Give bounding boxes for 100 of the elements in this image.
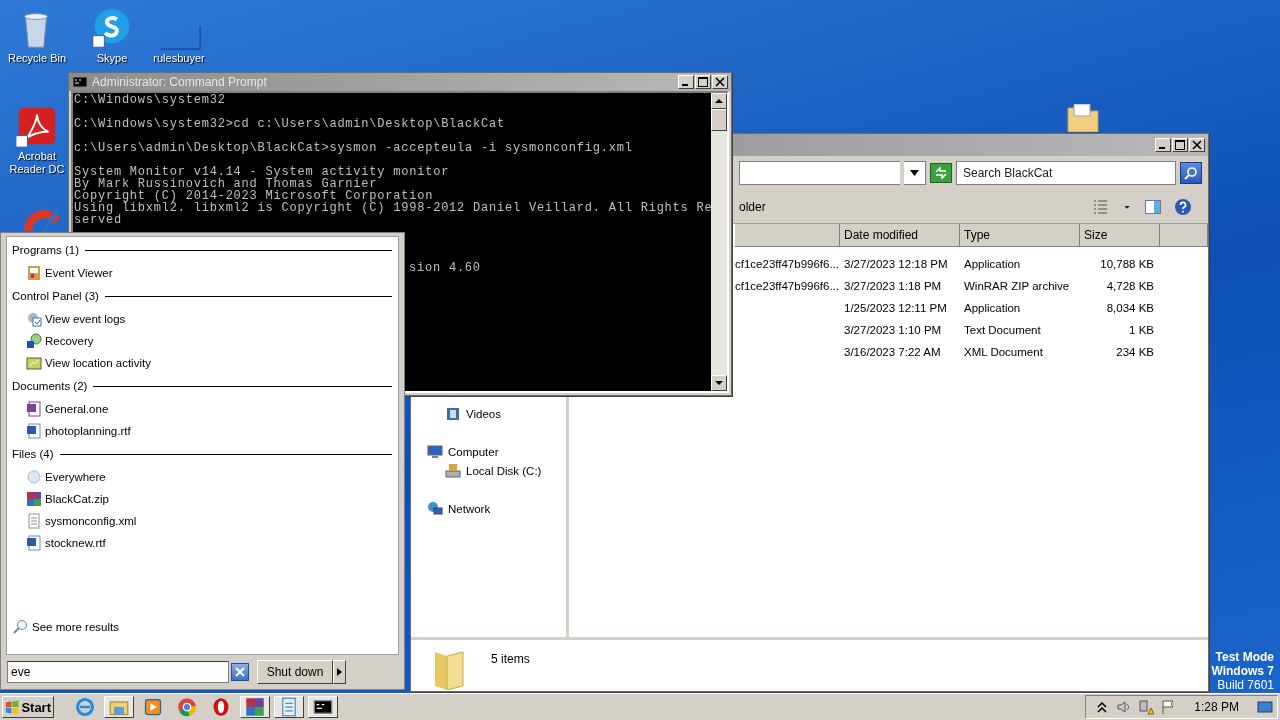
windows-logo-icon	[5, 698, 20, 716]
search-result[interactable]: photoplanning.rtf	[7, 420, 398, 442]
taskbar-button[interactable]	[274, 696, 304, 718]
play-icon	[143, 697, 163, 717]
minimize-icon	[1159, 147, 1165, 149]
search-icon	[13, 619, 29, 635]
nav-item[interactable]: Local Disk (C:)	[411, 461, 566, 480]
window-title: Administrator: Command Prompt	[92, 75, 268, 89]
column-header[interactable]: Date modified	[840, 224, 960, 247]
scroll-thumb[interactable]	[711, 109, 727, 131]
minimize-button[interactable]	[1155, 138, 1171, 152]
maximize-button[interactable]	[695, 75, 711, 89]
scroll-up-button[interactable]	[711, 93, 727, 109]
table-cell-text: 4,728 KB	[1105, 280, 1155, 292]
nav-item[interactable]: Network	[411, 499, 566, 518]
network-icon[interactable]	[1138, 699, 1155, 715]
browser-icon	[177, 697, 197, 717]
film-icon	[445, 405, 461, 422]
document-icon	[26, 423, 42, 439]
section-heading: Programs (1)	[12, 244, 80, 256]
search-result[interactable]: Event Viewer	[7, 262, 398, 284]
table-cell-text: 1/25/2023 12:11 PM	[843, 302, 948, 314]
clear-button[interactable]	[231, 663, 249, 681]
terminal-icon	[72, 74, 88, 90]
search-result[interactable]: sysmonconfig.xml	[7, 510, 398, 532]
minimize-icon	[682, 84, 688, 86]
start-button[interactable]: Start	[2, 696, 54, 718]
desktop-icon-label[interactable]: Skype	[96, 52, 128, 65]
browser-icon	[75, 697, 95, 717]
table-cell-text: Application	[963, 258, 1022, 270]
search-result[interactable]: Recovery	[7, 330, 398, 352]
os-notice-text: Windows 7	[1211, 664, 1274, 678]
search-field[interactable]: eve	[7, 661, 229, 683]
archive-icon	[26, 491, 42, 507]
down-arrow-icon	[715, 379, 723, 387]
section-heading: Documents (2)	[12, 380, 88, 392]
search-result[interactable]: View location activity	[7, 352, 398, 374]
file-name[interactable]: cf1ce23ff47b996f6...	[735, 258, 839, 270]
taskbar-button[interactable]	[308, 696, 338, 718]
book-icon	[26, 265, 42, 281]
computer-icon	[427, 443, 443, 460]
shut-down-options-button[interactable]	[333, 660, 346, 684]
table-cell-text: 234 KB	[1115, 346, 1155, 358]
section-heading: Files (4)	[12, 448, 54, 460]
search-result[interactable]: BlackCat.zip	[7, 488, 398, 510]
address-field[interactable]	[739, 161, 900, 185]
see-more-link[interactable]: See more results	[7, 616, 398, 638]
flag-icon[interactable]	[1160, 699, 1177, 715]
file-name[interactable]: cf1ce23ff47b996f6...	[735, 280, 839, 292]
table-cell-text: Application	[963, 302, 1022, 314]
refresh-icon	[934, 167, 948, 179]
desktop-icon-label[interactable]: rulesbuyer	[153, 52, 205, 65]
clock[interactable]: 1:28 PM	[1194, 700, 1239, 714]
table-cell-text: 3/27/2023 1:10 PM	[843, 324, 943, 336]
search-result[interactable]: Everywhere	[7, 466, 398, 488]
right-arrow-icon	[337, 668, 342, 676]
shut-down-button[interactable]: Shut down	[257, 660, 333, 684]
show-desktop-icon[interactable]	[1257, 699, 1273, 715]
scroll-down-button[interactable]	[711, 375, 727, 391]
section-heading: Control Panel (3)	[12, 290, 99, 302]
toolbar-label[interactable]: older	[739, 199, 1082, 214]
dropdown-button[interactable]	[904, 161, 926, 185]
search-result[interactable]: stocknew.rtf	[7, 532, 398, 554]
nav-item[interactable]: Computer	[411, 442, 566, 461]
taskbar-button[interactable]	[104, 696, 134, 718]
search-result[interactable]: View event logs	[7, 308, 398, 330]
chart-icon	[26, 355, 42, 371]
maximize-icon	[1175, 140, 1185, 150]
column-header[interactable]	[735, 224, 840, 247]
close-icon	[235, 667, 245, 677]
console-line: System Monitor v14.14 - System activity monitor	[74, 166, 450, 178]
terminal-icon	[313, 697, 333, 717]
refresh-button[interactable]	[930, 163, 952, 183]
minimize-button[interactable]	[678, 75, 694, 89]
desktop-icon-label[interactable]: Recycle Bin	[7, 52, 67, 65]
close-button[interactable]	[1189, 138, 1205, 152]
document-icon	[26, 535, 42, 551]
column-header[interactable]: Type	[960, 224, 1080, 247]
status-text: 5 items	[491, 652, 530, 666]
document-icon	[26, 513, 42, 529]
table-cell-text: 3/27/2023 1:18 PM	[843, 280, 943, 292]
search-icon	[1184, 166, 1198, 180]
desktop-icon-label[interactable]: Acrobat Reader DC	[4, 150, 70, 176]
console-line: C:\Windows\system32	[74, 94, 226, 106]
maximize-button[interactable]	[1172, 138, 1188, 152]
console-line: served	[74, 214, 122, 226]
document-icon	[26, 401, 42, 417]
folder-icon[interactable]	[1066, 104, 1100, 132]
taskbar-button[interactable]	[240, 696, 270, 718]
console-line: sion 4.60	[409, 262, 481, 274]
search-field[interactable]: Search BlackCat	[956, 161, 1176, 185]
column-header[interactable]: Size	[1080, 224, 1160, 247]
search-result[interactable]: General.one	[7, 398, 398, 420]
close-button[interactable]	[712, 75, 728, 89]
disk-icon	[445, 462, 461, 479]
network-icon	[427, 500, 443, 517]
nav-item[interactable]: Videos	[411, 404, 566, 423]
console-line: C:\Windows\system32>cd c:\Users\admin\Desktop\BlackCat	[74, 118, 505, 130]
console-line: c:\Users\admin\Desktop\BlackCat>sysmon -accepteula -i sysmonconfig.xml	[74, 142, 633, 154]
search-button[interactable]	[1180, 162, 1202, 184]
